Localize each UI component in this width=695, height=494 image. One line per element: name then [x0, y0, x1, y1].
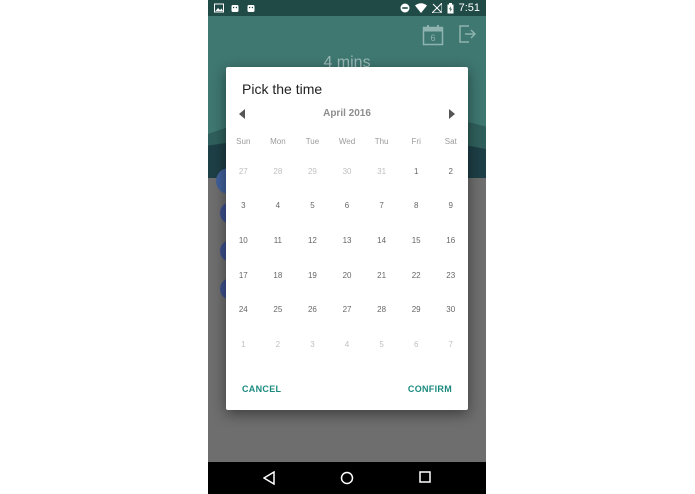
month-label: April 2016: [323, 108, 371, 119]
calendar-day[interactable]: 7: [364, 201, 399, 210]
weekday-label: Sun: [236, 137, 251, 146]
clock: 7:51: [458, 2, 480, 14]
calendar-day[interactable]: 24: [226, 305, 261, 314]
weekday-label: Mon: [270, 137, 286, 146]
calendar-day[interactable]: 4: [261, 201, 296, 210]
weekday-label: Thu: [374, 137, 389, 146]
calendar-week-row: 10 11 12 13 14 15 16: [226, 223, 468, 258]
calendar-day[interactable]: 8: [399, 201, 434, 210]
status-bar: 7:51: [208, 0, 486, 16]
android-icon: [231, 5, 239, 12]
next-month-icon[interactable]: [444, 107, 458, 121]
calendar-day[interactable]: 3: [226, 201, 261, 210]
calendar-day[interactable]: 11: [261, 236, 296, 245]
calendar-day[interactable]: 25: [261, 305, 296, 314]
calendar-day[interactable]: 2: [433, 167, 468, 176]
weekday-label: Wed: [338, 137, 356, 146]
confirm-button[interactable]: CONFIRM: [408, 384, 452, 394]
back-icon[interactable]: [263, 471, 275, 485]
calendar-day-outside-month[interactable]: 7: [433, 340, 468, 349]
calendar-day-outside-month[interactable]: 5: [364, 340, 399, 349]
navigation-bar: [208, 462, 486, 494]
logout-icon[interactable]: [458, 24, 476, 44]
calendar-days: 27 28 29 30 31 1 2 3 4 5 6 7 8 9 10 11 12 13 14 15 16 17 18 19 2…: [226, 154, 468, 362]
weekday-label: Fri: [411, 137, 421, 146]
calendar-week-row: 1234567: [226, 327, 468, 362]
calendar-day-outside-month[interactable]: 1: [226, 340, 261, 349]
calendar-day[interactable]: 14: [364, 236, 399, 245]
do-not-disturb-icon: [400, 3, 410, 13]
month-navigator: April 2016: [226, 107, 468, 121]
calendar-day[interactable]: 22: [399, 271, 434, 280]
calendar-day[interactable]: 10: [226, 236, 261, 245]
battery-icon: [447, 2, 454, 13]
no-signal-icon: [431, 3, 442, 13]
calendar-day-outside-month[interactable]: 29: [295, 167, 330, 176]
calendar-week-row: 27 28 29 30 31 1 2: [226, 154, 468, 189]
calendar-day[interactable]: 6: [330, 201, 365, 210]
calendar-day[interactable]: 20: [330, 271, 365, 280]
calendar-day[interactable]: 21: [364, 271, 399, 280]
calendar-day[interactable]: 30: [433, 305, 468, 314]
calendar-day-outside-month[interactable]: 31: [364, 167, 399, 176]
calendar-day[interactable]: 26: [295, 305, 330, 314]
calendar-day-outside-month[interactable]: 30: [330, 167, 365, 176]
cancel-button[interactable]: CANCEL: [242, 384, 281, 394]
calendar-week-row: 24 25 26 27 28 29 30: [226, 292, 468, 327]
image-icon: [214, 3, 224, 13]
calendar-day[interactable]: 18: [261, 271, 296, 280]
dialog-actions: CANCEL CONFIRM: [226, 384, 468, 398]
calendar-day-outside-month[interactable]: 6: [399, 340, 434, 349]
calendar-day[interactable]: 23: [433, 271, 468, 280]
calendar-day[interactable]: 15: [399, 236, 434, 245]
calendar-icon[interactable]: 6: [422, 24, 444, 46]
calendar-day[interactable]: 28: [364, 305, 399, 314]
android-icon: [247, 5, 255, 12]
date-picker-dialog: Pick the time April 2016 Sun Mon Tue Wed Thu…: [226, 67, 468, 410]
calendar-icon-number: 6: [430, 33, 436, 43]
calendar-day[interactable]: 13: [330, 236, 365, 245]
recents-icon[interactable]: [419, 471, 431, 483]
weekday-label: Sat: [444, 137, 457, 146]
calendar-week-row: 17 18 19 20 21 22 23: [226, 258, 468, 293]
calendar-day[interactable]: 29: [399, 305, 434, 314]
calendar-grid: Sun Mon Tue Wed Thu Fri Sat 27 28 29 30 31 1 2 3 4 5 6 7 8…: [226, 137, 468, 362]
calendar-day-outside-month[interactable]: 4: [330, 340, 365, 349]
weekday-header: Sun Mon Tue Wed Thu Fri Sat: [226, 137, 468, 149]
home-icon[interactable]: [340, 471, 354, 485]
calendar-day[interactable]: 16: [433, 236, 468, 245]
calendar-day[interactable]: 19: [295, 271, 330, 280]
calendar-week-row: 3456789: [226, 189, 468, 224]
calendar-day[interactable]: 27: [330, 305, 365, 314]
calendar-day[interactable]: 5: [295, 201, 330, 210]
calendar-day[interactable]: 1: [399, 167, 434, 176]
calendar-day-outside-month[interactable]: 27: [226, 167, 261, 176]
calendar-day-outside-month[interactable]: 3: [295, 340, 330, 349]
calendar-day[interactable]: 9: [433, 201, 468, 210]
calendar-day[interactable]: 12: [295, 236, 330, 245]
weekday-label: Tue: [305, 137, 320, 146]
calendar-day-outside-month[interactable]: 28: [261, 167, 296, 176]
dialog-title: Pick the time: [242, 81, 323, 97]
calendar-day-outside-month[interactable]: 2: [261, 340, 296, 349]
calendar-day[interactable]: 17: [226, 271, 261, 280]
wifi-icon: [414, 3, 427, 13]
